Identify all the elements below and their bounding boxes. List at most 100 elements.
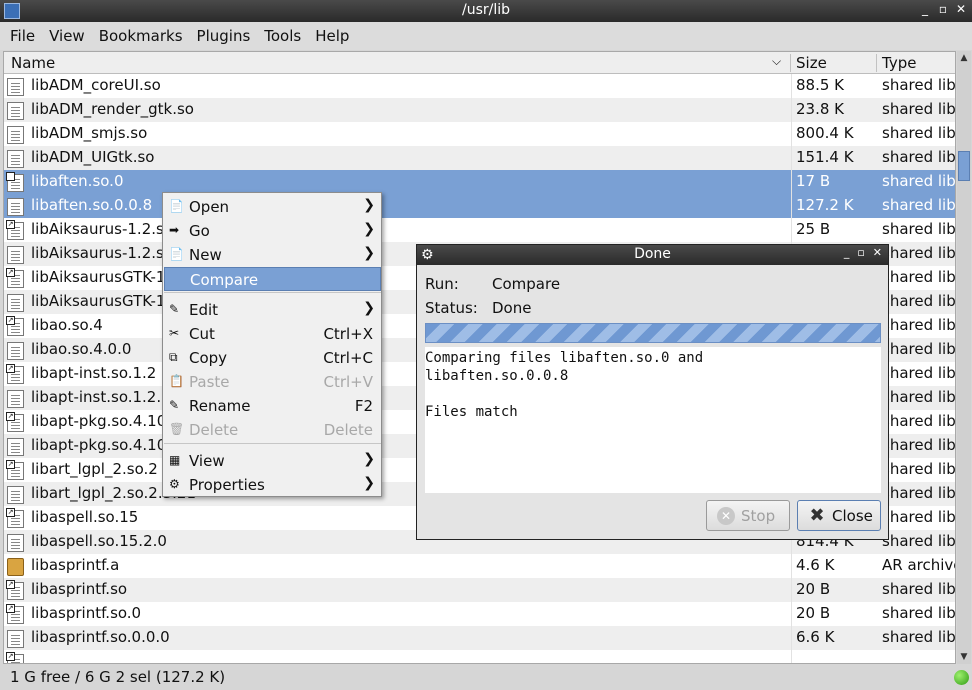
file-row[interactable]: libasprintf.a 4.6 K AR archive xyxy=(4,554,956,578)
file-name: libao.so.4.0.0 xyxy=(31,340,132,358)
file-size: 23.8 K xyxy=(796,100,845,118)
menu-item-shortcut: Ctrl+C xyxy=(323,349,373,367)
column-separator[interactable] xyxy=(876,54,877,72)
symlink-badge-icon: ↗ xyxy=(6,460,15,469)
column-divider xyxy=(791,554,792,578)
menu-item-label: Rename xyxy=(189,397,251,415)
file-name: libapt-inst.so.1.2 xyxy=(31,364,157,382)
column-divider xyxy=(791,194,792,218)
file-row[interactable]: ↗ libasprintf.so.0 20 B shared lib xyxy=(4,602,955,626)
file-name: libapt-pkg.so.4.10 xyxy=(31,412,167,430)
file-type: AR archive xyxy=(882,556,956,574)
close-x-icon: ✖ xyxy=(809,505,825,526)
column-type-header[interactable]: Type xyxy=(882,54,916,72)
vertical-scrollbar[interactable]: ▲ ▼ xyxy=(957,51,971,664)
menu-separator xyxy=(164,292,381,293)
output-text[interactable]: Comparing files libaften.so.0 and libaft… xyxy=(425,347,881,493)
column-size-header[interactable]: Size xyxy=(796,54,827,72)
menu-bar: File View Bookmarks Plugins Tools Help xyxy=(0,22,972,50)
document-file-icon: ↗ xyxy=(6,220,24,240)
file-row[interactable]: ↗ libaften.so.0 17 B shared lib xyxy=(4,170,955,194)
menu-item-go[interactable]: ➡ Go ❯ xyxy=(164,219,381,243)
document-file-icon xyxy=(7,78,24,96)
file-name: libAiksaurusGTK-1. xyxy=(31,268,171,286)
column-divider xyxy=(791,218,792,242)
menu-tools[interactable]: Tools xyxy=(257,27,308,45)
file-type: shared lib xyxy=(882,340,956,358)
scroll-down-icon[interactable]: ▼ xyxy=(957,650,971,664)
menu-help[interactable]: Help xyxy=(308,27,356,45)
file-row[interactable]: ↗ xyxy=(4,650,955,663)
menu-file[interactable]: File xyxy=(3,27,42,45)
file-row[interactable]: libADM_smjs.so 800.4 K shared lib xyxy=(4,122,955,146)
file-row[interactable]: libADM_UIGtk.so 151.4 K shared lib xyxy=(4,146,955,170)
file-type: shared lib xyxy=(882,580,956,598)
menu-item-delete[interactable]: 🗑 Delete Delete xyxy=(164,418,381,442)
dialog-maximize-icon[interactable]: ▫ xyxy=(857,246,864,259)
dialog-close-icon[interactable]: ✕ xyxy=(873,246,882,259)
menu-item-shortcut: Ctrl+V xyxy=(323,373,373,391)
dialog-title-bar[interactable]: ⚙ Done _ ▫ ✕ xyxy=(417,245,888,265)
close-icon[interactable]: ✕ xyxy=(956,2,966,16)
column-divider xyxy=(791,74,792,98)
file-row[interactable]: libasprintf.so.0.0.0 6.6 K shared lib xyxy=(4,626,955,650)
menu-item-edit[interactable]: ✎ Edit ❯ xyxy=(164,298,381,322)
symlink-badge-icon: ↗ xyxy=(6,604,15,613)
file-name: libaften.so.0 xyxy=(31,172,124,190)
file-row[interactable]: libADM_render_gtk.so 23.8 K shared lib xyxy=(4,98,956,122)
menu-item-rename[interactable]: ✎ Rename F2 xyxy=(164,394,381,418)
file-type: shared lib xyxy=(882,100,956,118)
file-type: shared lib xyxy=(882,460,956,478)
file-row[interactable]: libaften.so.0.0.8 127.2 K shared lib xyxy=(4,194,955,218)
file-size: 127.2 K xyxy=(796,196,854,214)
window-title-bar[interactable]: /usr/lib _ ▫ ✕ xyxy=(0,0,972,22)
run-value: Compare xyxy=(492,275,561,293)
menu-item-properties[interactable]: ⚙ Properties ❯ xyxy=(164,473,381,497)
file-row[interactable]: ↗ libAiksaurus-1.2.so 25 B shared lib xyxy=(4,218,955,242)
open-icon: 📄 xyxy=(169,199,184,213)
menu-item-compare[interactable]: Compare xyxy=(164,267,381,291)
menu-plugins[interactable]: Plugins xyxy=(190,27,258,45)
close-button[interactable]: ✖ Close xyxy=(797,500,881,531)
stop-button[interactable]: ✕ Stop xyxy=(706,500,790,531)
dialog-minimize-icon[interactable]: _ xyxy=(844,246,850,259)
document-file-icon: ↗ xyxy=(6,412,24,432)
document-file-icon: ↗ xyxy=(6,268,24,288)
file-type: shared lib xyxy=(882,364,956,382)
file-type: shared lib xyxy=(882,76,956,94)
scrollbar-thumb[interactable] xyxy=(958,151,970,181)
file-name: libaspell.so.15.2.0 xyxy=(31,532,167,550)
minimize-icon[interactable]: _ xyxy=(920,2,930,16)
file-row[interactable]: libADM_coreUI.so 88.5 K shared lib xyxy=(4,74,956,98)
progress-bar xyxy=(425,323,881,343)
maximize-icon[interactable]: ▫ xyxy=(938,2,948,16)
scroll-up-icon[interactable]: ▲ xyxy=(957,51,971,65)
file-row[interactable]: ↗ libasprintf.so 20 B shared lib xyxy=(4,578,956,602)
column-name-header[interactable]: Name xyxy=(11,54,55,72)
menu-item-copy[interactable]: ⧉ Copy Ctrl+C xyxy=(164,346,381,370)
document-file-icon: ↗ xyxy=(6,580,24,600)
menu-item-label: Go xyxy=(189,222,210,240)
document-file-icon xyxy=(7,246,24,264)
menu-item-view[interactable]: ▦ View ❯ xyxy=(164,449,381,473)
symlink-badge-icon: ↗ xyxy=(6,508,15,517)
submenu-arrow-icon: ❯ xyxy=(363,475,375,491)
menu-item-new[interactable]: 📄 New ❯ xyxy=(164,243,381,267)
document-file-icon: ↗ xyxy=(6,316,24,336)
menu-item-label: View xyxy=(189,452,225,470)
column-divider xyxy=(791,146,792,170)
menu-item-open[interactable]: 📄 Open ❯ xyxy=(164,195,381,219)
column-separator[interactable] xyxy=(790,54,791,72)
file-name: libaspell.so.15 xyxy=(31,508,139,526)
file-type: shared lib xyxy=(882,292,956,310)
menu-bookmarks[interactable]: Bookmarks xyxy=(92,27,190,45)
menu-view[interactable]: View xyxy=(42,27,92,45)
status-label: Status: xyxy=(425,299,478,317)
file-name: libasprintf.so xyxy=(31,580,128,598)
sort-down-icon[interactable]: ⌵ xyxy=(772,54,781,69)
column-divider xyxy=(791,626,792,650)
file-name: libADM_render_gtk.so xyxy=(31,100,194,118)
menu-item-paste[interactable]: 📋 Paste Ctrl+V xyxy=(164,370,381,394)
window-title: /usr/lib xyxy=(461,2,511,18)
menu-item-cut[interactable]: ✂ Cut Ctrl+X xyxy=(164,322,381,346)
